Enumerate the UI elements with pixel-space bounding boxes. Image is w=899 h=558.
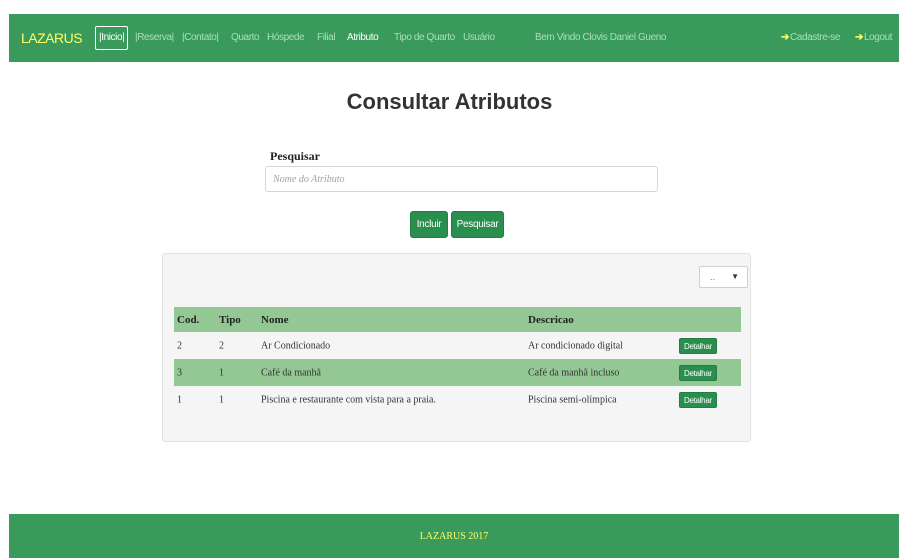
detalhar-button[interactable]: Detalhar: [679, 337, 717, 354]
chevron-down-icon: ▼: [731, 272, 739, 281]
incluir-button[interactable]: Incluir: [410, 211, 448, 238]
search-label: Pesquisar: [270, 149, 321, 163]
cell-tipo: 1: [219, 394, 224, 405]
brand-logo[interactable]: LAZARUS: [21, 30, 83, 46]
cell-descricao: Café da manhã incluso: [528, 367, 620, 378]
nav-usuario[interactable]: Usuário: [463, 32, 495, 43]
table-row: 1 1 Piscina e restaurante com vista para…: [174, 386, 741, 413]
cell-tipo: 1: [219, 367, 224, 378]
cell-tipo: 2: [219, 340, 224, 351]
signup-label: Cadastre-se: [789, 32, 841, 43]
navbar: LAZARUS |Inicio| |Reserva| |Contato| Qua…: [9, 14, 899, 62]
table-row: 3 1 Café da manhã Café da manhã incluso …: [174, 359, 741, 386]
nav-tipo-de-quarto[interactable]: Tipo de Quarto: [394, 32, 455, 43]
cell-cod: 1: [177, 394, 182, 405]
nav-atributo[interactable]: Atributo: [347, 32, 379, 43]
footer-copyright: LAZARUS 2017: [419, 531, 489, 542]
results-panel: .. ▼ Cod. Tipo Nome Descricao 2 2 Ar Con…: [162, 253, 751, 442]
header-cod: Cod.: [177, 313, 200, 326]
welcome-message: Bem Vindo Clovis Daniel Gueno: [535, 32, 667, 43]
detalhar-button[interactable]: Detalhar: [679, 364, 717, 381]
table-header-row: Cod. Tipo Nome Descricao: [174, 307, 741, 332]
footer: LAZARUS 2017: [9, 514, 899, 558]
nav-reserva[interactable]: |Reserva|: [135, 32, 174, 43]
header-descricao: Descricao: [528, 313, 574, 326]
table-row: 2 2 Ar Condicionado Ar condicionado digi…: [174, 332, 741, 359]
nav-contato[interactable]: |Contato|: [182, 32, 219, 43]
logout-label: Logout: [863, 32, 893, 43]
page-title: Consultar Atributos: [346, 89, 553, 114]
pesquisar-button[interactable]: Pesquisar: [451, 211, 504, 238]
cell-cod: 2: [177, 340, 182, 351]
header-tipo: Tipo: [219, 313, 241, 326]
cell-descricao: Ar condicionado digital: [528, 340, 623, 351]
cell-nome: Piscina e restaurante com vista para a p…: [261, 394, 436, 405]
attributes-table: Cod. Tipo Nome Descricao 2 2 Ar Condicio…: [174, 307, 741, 413]
header-nome: Nome: [261, 313, 289, 326]
page-size-select[interactable]: .. ▼: [699, 266, 748, 288]
cell-cod: 3: [177, 367, 182, 378]
cell-descricao: Piscina semi-olímpica: [528, 394, 617, 405]
nav-filial[interactable]: Filial: [317, 32, 336, 43]
nav-inicio[interactable]: |Inicio|: [95, 26, 129, 50]
detalhar-button[interactable]: Detalhar: [679, 391, 717, 408]
signup-link[interactable]: ➔Cadastre-se: [781, 32, 840, 43]
login-icon: ➔: [781, 32, 789, 43]
cell-nome: Café da manhã: [261, 367, 321, 378]
logout-icon: ➔: [855, 32, 863, 43]
nav-hospede[interactable]: Hóspede: [267, 32, 305, 43]
search-input[interactable]: [265, 166, 658, 192]
nav-quarto[interactable]: Quarto: [231, 32, 260, 43]
page-size-value: ..: [710, 272, 716, 282]
cell-nome: Ar Condicionado: [261, 340, 331, 351]
logout-link[interactable]: ➔Logout: [855, 32, 893, 43]
